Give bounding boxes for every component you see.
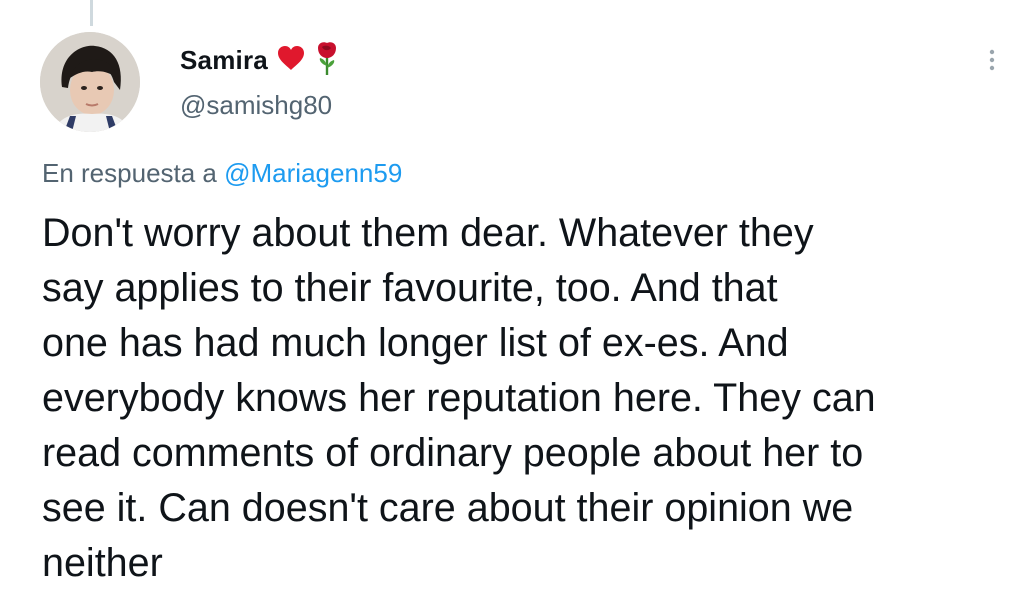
user-handle[interactable]: @samishg80	[180, 90, 340, 121]
name-row: Samira	[180, 40, 340, 80]
avatar[interactable]	[40, 32, 140, 132]
more-vertical-icon	[989, 49, 995, 71]
heart-emoji-icon	[276, 44, 306, 77]
reply-to-handle-link[interactable]: @Mariagenn59	[224, 158, 402, 188]
reply-prefix: En respuesta a	[42, 158, 225, 188]
reply-context: En respuesta a @Mariagenn59	[42, 158, 402, 189]
more-options-button[interactable]	[980, 44, 1004, 76]
rose-emoji-icon	[314, 40, 340, 81]
thread-connector-line	[90, 0, 93, 26]
display-name[interactable]: Samira	[180, 45, 268, 76]
tweet-text: Don't worry about them dear. Whatever th…	[42, 211, 876, 585]
tweet-container: Samira @samishg80 En respuesta a @Mariag…	[0, 0, 1024, 605]
user-info: Samira @samishg80	[180, 40, 340, 121]
